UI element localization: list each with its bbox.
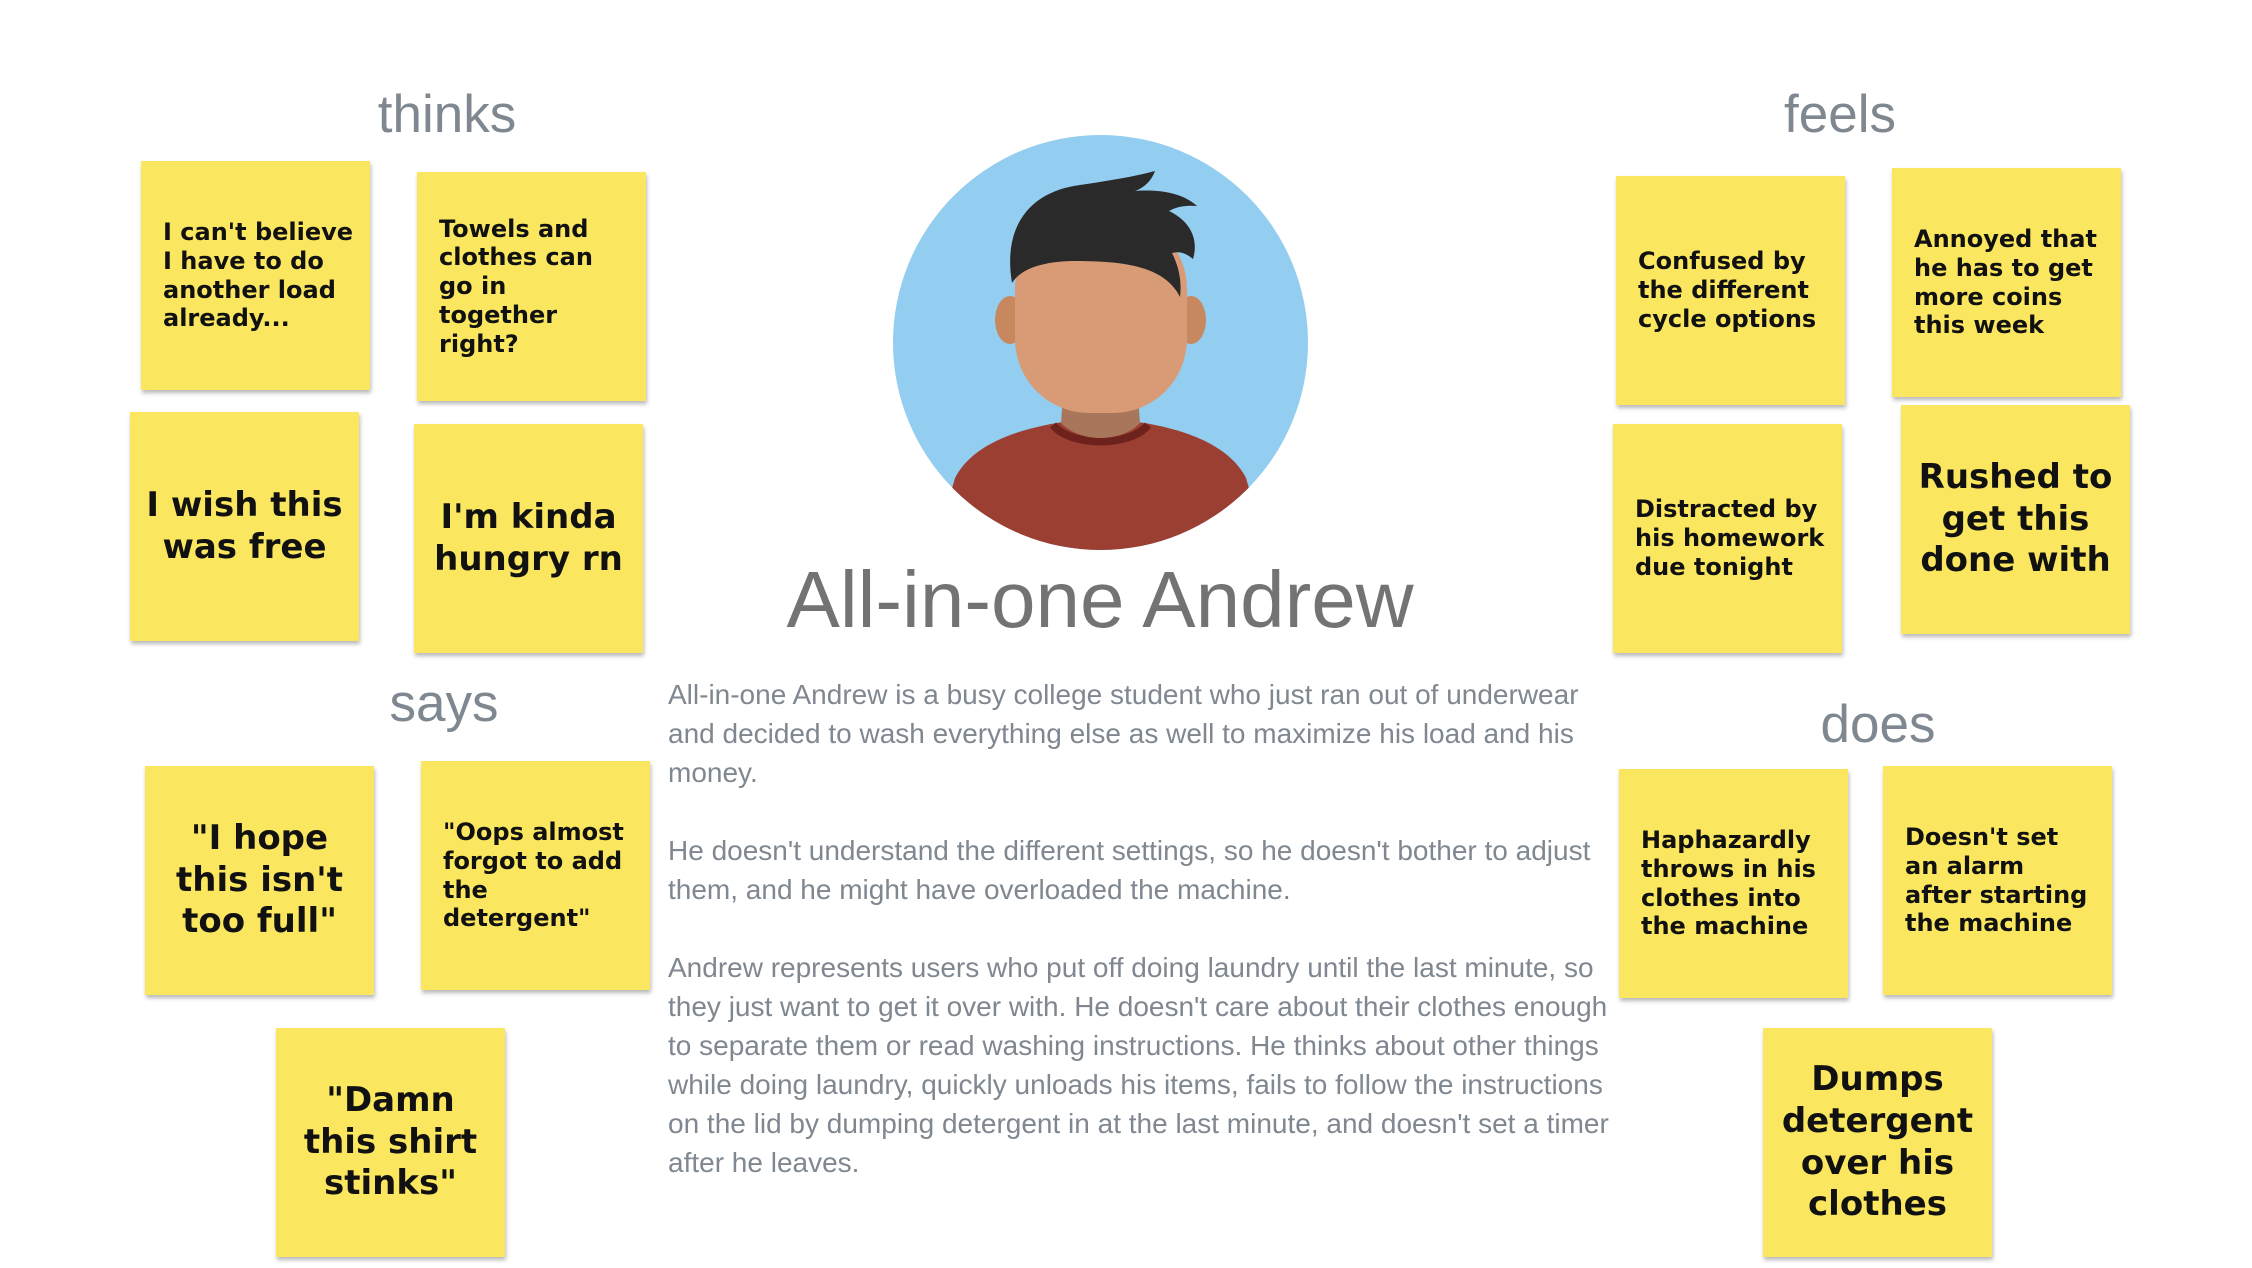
- empathy-map: thinks feels says does I can't believe I…: [0, 0, 2252, 1268]
- sticky-note-says-1[interactable]: "I hope this isn't too full": [145, 766, 374, 995]
- note-text: I wish this was free: [146, 484, 343, 567]
- sticky-note-does-1[interactable]: Haphazardly throws in his clothes into t…: [1619, 769, 1848, 998]
- note-text: Dumps detergent over his clothes: [1781, 1058, 1974, 1225]
- sticky-note-says-2[interactable]: "Oops almost forgot to add the detergent…: [421, 761, 650, 990]
- note-text: "I hope this isn't too full": [176, 817, 343, 942]
- note-text: I can't believe I have to do another loa…: [163, 217, 354, 333]
- note-text: Haphazardly throws in his clothes into t…: [1641, 825, 1816, 941]
- sticky-note-feels-3[interactable]: Distracted by his homework due tonight: [1613, 424, 1842, 653]
- sticky-note-does-3[interactable]: Dumps detergent over his clothes: [1763, 1028, 1992, 1257]
- note-text: Annoyed that he has to get more coins th…: [1914, 224, 2097, 340]
- persona-description: All-in-one Andrew is a busy college stud…: [668, 675, 1618, 1221]
- says-label: says: [389, 674, 499, 733]
- sticky-note-thinks-3[interactable]: I wish this was free: [130, 412, 359, 641]
- description-paragraph: He doesn't understand the different sett…: [668, 835, 1591, 905]
- sticky-note-thinks-1[interactable]: I can't believe I have to do another loa…: [141, 161, 370, 390]
- persona-name: All-in-one Andrew: [786, 555, 1414, 644]
- sticky-note-thinks-4[interactable]: I'm kinda hungry rn: [414, 424, 643, 653]
- sticky-note-does-2[interactable]: Doesn't set an alarm after starting the …: [1883, 766, 2112, 995]
- note-text: I'm kinda hungry rn: [434, 496, 623, 579]
- note-text: Distracted by his homework due tonight: [1635, 495, 1825, 581]
- thinks-label: thinks: [377, 85, 517, 144]
- sticky-note-feels-2[interactable]: Annoyed that he has to get more coins th…: [1892, 168, 2121, 397]
- note-text: Doesn't set an alarm after starting the …: [1905, 822, 2088, 938]
- avatar: [893, 135, 1308, 550]
- description-paragraph: All-in-one Andrew is a busy college stud…: [668, 679, 1579, 788]
- feels-label: feels: [1784, 85, 1896, 144]
- note-text: Confused by the different cycle options: [1638, 247, 1817, 333]
- sticky-note-thinks-2[interactable]: Towels and clothes can go in together ri…: [417, 172, 646, 401]
- note-text: "Oops almost forgot to add the detergent…: [443, 817, 624, 933]
- note-text: "Damn this shirt stinks": [303, 1079, 478, 1204]
- sticky-note-feels-1[interactable]: Confused by the different cycle options: [1616, 176, 1845, 405]
- note-text: Rushed to get this done with: [1918, 456, 2113, 581]
- note-text: Towels and clothes can go in together ri…: [439, 214, 593, 358]
- sticky-note-says-3[interactable]: "Damn this shirt stinks": [276, 1028, 505, 1257]
- does-label: does: [1820, 695, 1936, 754]
- sticky-note-feels-4[interactable]: Rushed to get this done with: [1901, 405, 2130, 634]
- description-paragraph: Andrew represents users who put off doin…: [668, 952, 1609, 1178]
